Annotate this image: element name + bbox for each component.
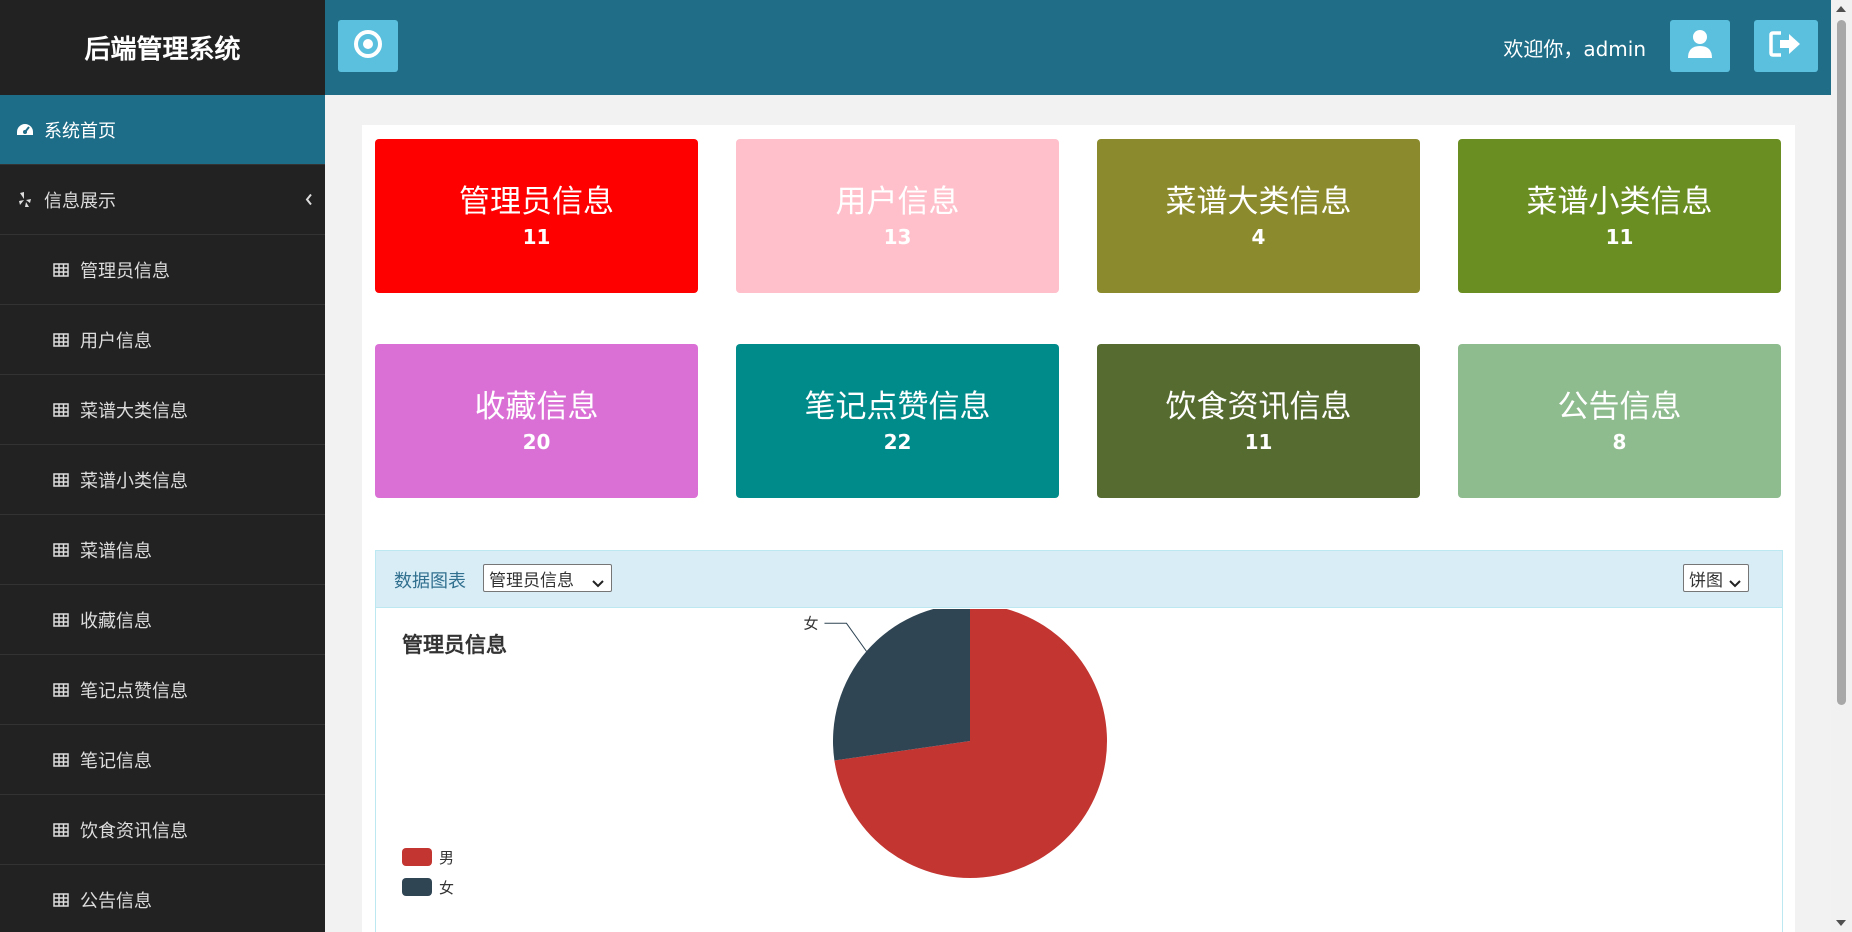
logout-button[interactable]	[1754, 20, 1818, 72]
card-count: 8	[1612, 430, 1627, 454]
chevron-left-icon	[305, 189, 313, 210]
brand-title: 后端管理系统	[84, 35, 241, 65]
stat-card-diet-news[interactable]: 饮食资讯信息 11	[1097, 344, 1420, 498]
scroll-down-arrow[interactable]	[1836, 920, 1846, 926]
sidebar-item-label: 信息展示	[44, 190, 116, 212]
scrollbar-thumb[interactable]	[1837, 20, 1846, 705]
card-count: 11	[1244, 430, 1273, 454]
sidebar: 后端管理系统 系统首页 信息展示 管理员信息 用户信息 菜谱大类信息 菜谱小类信…	[0, 0, 325, 932]
top-bar: 欢迎你，admin	[325, 0, 1831, 95]
sidebar-item-home[interactable]: 系统首页	[0, 95, 325, 165]
sidebar-menu: 系统首页 信息展示 管理员信息 用户信息 菜谱大类信息 菜谱小类信息 菜谱信息 …	[0, 95, 325, 932]
sidebar-item-label: 收藏信息	[80, 610, 152, 632]
card-count: 11	[522, 225, 551, 249]
table-icon	[50, 539, 72, 561]
stat-card-note-likes[interactable]: 笔记点赞信息 22	[736, 344, 1059, 498]
sidebar-item-notice[interactable]: 公告信息	[0, 865, 325, 932]
chart-panel-label: 数据图表	[394, 570, 466, 592]
sidebar-item-recipe-category[interactable]: 菜谱大类信息	[0, 375, 325, 445]
table-icon	[50, 679, 72, 701]
table-icon	[50, 329, 72, 351]
table-select[interactable]: 管理员信息	[483, 564, 612, 592]
stat-card-admin[interactable]: 管理员信息 11	[375, 139, 698, 293]
sidebar-item-info[interactable]: 信息展示	[0, 165, 325, 235]
table-icon	[50, 889, 72, 911]
table-select-value: 管理员信息	[489, 570, 574, 591]
sidebar-item-user[interactable]: 用户信息	[0, 305, 325, 375]
card-count: 22	[883, 430, 912, 454]
card-title: 笔记点赞信息	[804, 389, 991, 425]
chevron-down-icon	[592, 573, 604, 593]
card-count: 11	[1605, 225, 1634, 249]
sidebar-item-note-likes[interactable]: 笔记点赞信息	[0, 655, 325, 725]
sidebar-item-favorites[interactable]: 收藏信息	[0, 585, 325, 655]
sidebar-item-admin[interactable]: 管理员信息	[0, 235, 325, 305]
sidebar-item-label: 笔记信息	[80, 750, 152, 772]
card-title: 公告信息	[1557, 389, 1682, 425]
sidebar-item-diet-news[interactable]: 饮食资讯信息	[0, 795, 325, 865]
card-title: 菜谱小类信息	[1526, 184, 1713, 220]
card-title: 菜谱大类信息	[1165, 184, 1352, 220]
stat-card-recipe-category[interactable]: 菜谱大类信息 4	[1097, 139, 1420, 293]
card-title: 收藏信息	[474, 389, 599, 425]
table-icon	[50, 259, 72, 281]
card-count: 20	[522, 430, 551, 454]
user-profile-button[interactable]	[1670, 20, 1730, 72]
sidebar-item-label: 笔记点赞信息	[80, 680, 188, 702]
chart-panel-header: 数据图表 管理员信息 饼图	[376, 551, 1782, 608]
pie-label-line	[824, 622, 867, 652]
chart-type-select-value: 饼图	[1689, 570, 1723, 591]
table-icon	[50, 819, 72, 841]
sidebar-item-label: 用户信息	[80, 330, 152, 352]
page-scrollbar[interactable]	[1831, 0, 1852, 932]
card-title: 管理员信息	[459, 184, 614, 220]
card-title: 用户信息	[835, 184, 960, 220]
toggle-sidebar-button[interactable]	[338, 20, 398, 72]
yelp-icon	[14, 189, 36, 211]
table-icon	[50, 749, 72, 771]
scroll-up-arrow[interactable]	[1836, 6, 1846, 12]
pie-slice[interactable]	[833, 609, 970, 761]
card-title: 饮食资讯信息	[1165, 389, 1352, 425]
sidebar-item-label: 菜谱大类信息	[80, 400, 188, 422]
sidebar-item-label: 菜谱小类信息	[80, 470, 188, 492]
table-icon	[50, 399, 72, 421]
chevron-down-icon	[1729, 573, 1741, 593]
sidebar-item-label: 系统首页	[44, 120, 116, 142]
card-count: 4	[1251, 225, 1266, 249]
user-icon	[1686, 28, 1714, 64]
sidebar-item-recipe[interactable]: 菜谱信息	[0, 515, 325, 585]
target-icon	[353, 29, 383, 63]
stat-cards: 管理员信息 11 用户信息 13 菜谱大类信息 4 菜谱小类信息 11 收藏信息…	[375, 139, 1783, 499]
sidebar-item-label: 饮食资讯信息	[80, 820, 188, 842]
sidebar-item-label: 管理员信息	[80, 260, 170, 282]
main-content: 管理员信息 11 用户信息 13 菜谱大类信息 4 菜谱小类信息 11 收藏信息…	[362, 125, 1795, 932]
table-icon	[50, 469, 72, 491]
sidebar-item-label: 公告信息	[80, 890, 152, 912]
chart-type-select[interactable]: 饼图	[1683, 564, 1749, 592]
dashboard-icon	[14, 119, 36, 141]
stat-card-user[interactable]: 用户信息 13	[736, 139, 1059, 293]
stat-card-notice[interactable]: 公告信息 8	[1458, 344, 1781, 498]
pie-chart: 女	[803, 609, 1107, 878]
sign-out-icon	[1769, 30, 1803, 62]
stat-card-recipe-subcategory[interactable]: 菜谱小类信息 11	[1458, 139, 1781, 293]
sidebar-item-notes[interactable]: 笔记信息	[0, 725, 325, 795]
welcome-text: 欢迎你，admin	[1503, 37, 1646, 61]
card-count: 13	[883, 225, 912, 249]
stat-card-favorites[interactable]: 收藏信息 20	[375, 344, 698, 498]
sidebar-item-recipe-subcategory[interactable]: 菜谱小类信息	[0, 445, 325, 515]
table-icon	[50, 609, 72, 631]
sidebar-item-label: 菜谱信息	[80, 540, 152, 562]
chart-panel: 数据图表 管理员信息 饼图 管理员信息 男 女 女	[375, 550, 1783, 932]
pie-label: 女	[803, 614, 818, 632]
